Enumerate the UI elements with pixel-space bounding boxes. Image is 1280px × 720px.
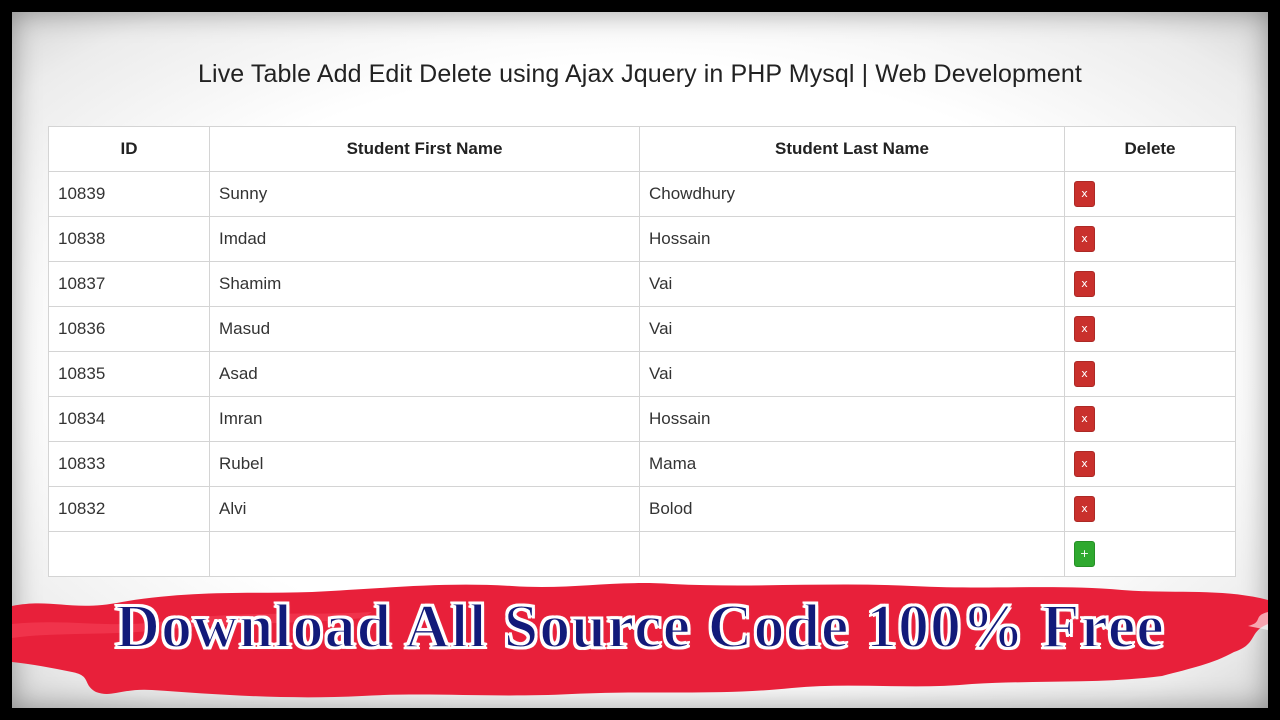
cell-id[interactable]: 10838 [48, 216, 210, 262]
cell-delete: x [1064, 216, 1236, 262]
cell-add: + [1064, 531, 1236, 577]
table-row: 10836 Masud Vai x [48, 306, 1236, 352]
table-row: 10839 Sunny Chowdhury x [48, 171, 1236, 217]
table-row: 10838 Imdad Hossain x [48, 216, 1236, 262]
header-delete: Delete [1064, 126, 1236, 172]
delete-button[interactable]: x [1074, 181, 1095, 207]
cell-delete: x [1064, 441, 1236, 487]
cell-delete: x [1064, 486, 1236, 532]
close-icon: x [1081, 502, 1088, 515]
close-icon: x [1081, 322, 1088, 335]
close-icon: x [1081, 412, 1088, 425]
page-title: Live Table Add Edit Delete using Ajax Jq… [198, 60, 1082, 88]
new-row: + [48, 531, 1236, 577]
page-canvas: Live Table Add Edit Delete using Ajax Jq… [12, 12, 1268, 708]
table-header-row: ID Student First Name Student Last Name … [48, 126, 1236, 172]
delete-button[interactable]: x [1074, 406, 1095, 432]
table-row: 10834 Imran Hossain x [48, 396, 1236, 442]
header-id: ID [48, 126, 210, 172]
cell-delete: x [1064, 306, 1236, 352]
promo-banner: Download All Source Code 100% Free [114, 592, 1165, 662]
new-id-cell [48, 531, 210, 577]
close-icon: x [1081, 187, 1088, 200]
table-row: 10833 Rubel Mama x [48, 441, 1236, 487]
cell-last-name[interactable]: Chowdhury [639, 171, 1065, 217]
table-row: 10837 Shamim Vai x [48, 261, 1236, 307]
cell-id[interactable]: 10835 [48, 351, 210, 397]
new-last-name-cell[interactable] [639, 531, 1065, 577]
close-icon: x [1081, 277, 1088, 290]
cell-last-name[interactable]: Mama [639, 441, 1065, 487]
cell-first-name[interactable]: Imdad [209, 216, 640, 262]
delete-button[interactable]: x [1074, 496, 1095, 522]
cell-last-name[interactable]: Vai [639, 306, 1065, 352]
cell-last-name[interactable]: Bolod [639, 486, 1065, 532]
cell-delete: x [1064, 396, 1236, 442]
delete-button[interactable]: x [1074, 226, 1095, 252]
header-first-name: Student First Name [209, 126, 640, 172]
cell-id[interactable]: 10833 [48, 441, 210, 487]
cell-last-name[interactable]: Hossain [639, 216, 1065, 262]
student-table: ID Student First Name Student Last Name … [48, 126, 1236, 577]
close-icon: x [1081, 457, 1088, 470]
new-first-name-cell[interactable] [209, 531, 640, 577]
header-last-name: Student Last Name [639, 126, 1065, 172]
table-row: 10835 Asad Vai x [48, 351, 1236, 397]
cell-id[interactable]: 10839 [48, 171, 210, 217]
delete-button[interactable]: x [1074, 316, 1095, 342]
cell-id[interactable]: 10834 [48, 396, 210, 442]
table-row: 10832 Alvi Bolod x [48, 486, 1236, 532]
cell-id[interactable]: 10832 [48, 486, 210, 532]
cell-id[interactable]: 10837 [48, 261, 210, 307]
add-button[interactable]: + [1074, 541, 1095, 567]
close-icon: x [1081, 367, 1088, 380]
cell-delete: x [1064, 351, 1236, 397]
delete-button[interactable]: x [1074, 361, 1095, 387]
cell-delete: x [1064, 171, 1236, 217]
cell-first-name[interactable]: Asad [209, 351, 640, 397]
delete-button[interactable]: x [1074, 271, 1095, 297]
delete-button[interactable]: x [1074, 451, 1095, 477]
thumbnail-frame: Live Table Add Edit Delete using Ajax Jq… [0, 0, 1280, 720]
cell-last-name[interactable]: Vai [639, 351, 1065, 397]
plus-icon: + [1079, 547, 1090, 560]
cell-last-name[interactable]: Vai [639, 261, 1065, 307]
cell-first-name[interactable]: Imran [209, 396, 640, 442]
cell-first-name[interactable]: Masud [209, 306, 640, 352]
cell-first-name[interactable]: Rubel [209, 441, 640, 487]
cell-first-name[interactable]: Shamim [209, 261, 640, 307]
cell-first-name[interactable]: Alvi [209, 486, 640, 532]
cell-delete: x [1064, 261, 1236, 307]
close-icon: x [1081, 232, 1088, 245]
cell-last-name[interactable]: Hossain [639, 396, 1065, 442]
cell-first-name[interactable]: Sunny [209, 171, 640, 217]
cell-id[interactable]: 10836 [48, 306, 210, 352]
